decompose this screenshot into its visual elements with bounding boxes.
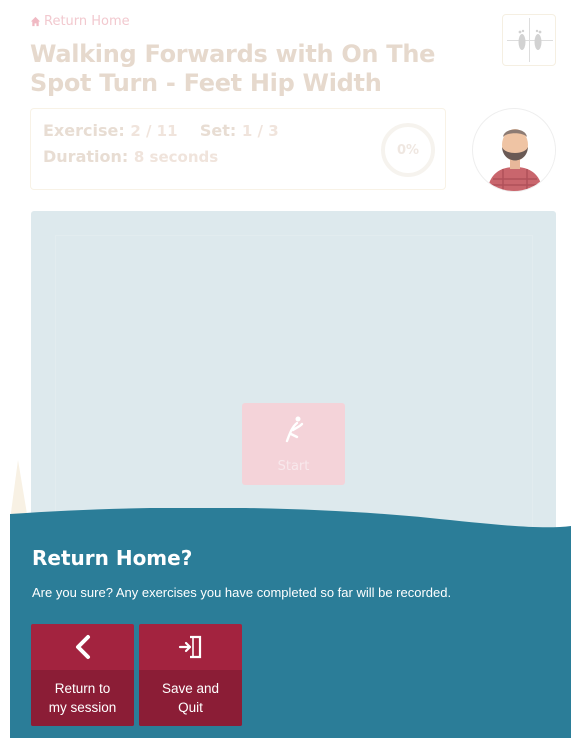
modal-message: Are you sure? Any exercises you have com… [32,585,452,600]
save-and-quit-button[interactable]: Save and Quit [139,624,242,726]
exercise-video-area[interactable] [31,211,556,551]
feet-icon [518,29,542,50]
exercise-info-card: Exercise: 2 / 11 Set: 1 / 3 Duration: 8 … [30,108,446,190]
door-exit-icon [178,635,201,659]
stretch-figure-icon [285,416,304,443]
duration-line: Duration: 8 seconds [43,147,218,166]
return-to-session-button[interactable]: Return to my session [31,624,134,726]
trainer-avatar-image [475,111,555,191]
progress-ring: 0% [381,123,435,177]
save-and-quit-label: Save and Quit [161,681,220,715]
feet-position-button[interactable] [502,14,556,66]
exercise-title: Walking Forwards with On The Spot Turn -… [30,40,436,97]
trainer-avatar [472,108,556,192]
exercise-count: 2 / 11 [130,122,178,140]
return-home-label: Return Home [44,14,130,29]
duration-value: 8 seconds [133,148,219,166]
start-button[interactable]: Start [242,403,345,485]
exercise-label: Exercise: [43,121,125,140]
return-to-session-label: Return to my session [48,681,117,715]
progress-percent: 0% [396,142,420,158]
video-frame [55,235,533,535]
start-label: Start [277,459,310,474]
return-home-modal: Return Home? Are you sure? Any exercises… [10,508,571,738]
return-home-link[interactable]: Return Home [30,14,130,29]
modal-title: Return Home? [32,546,193,570]
set-count: 1 / 3 [241,122,279,140]
duration-label: Duration: [43,147,129,166]
home-icon [30,16,41,27]
set-label: Set: [199,121,237,140]
exercise-set-line: Exercise: 2 / 11 Set: 1 / 3 [43,121,279,140]
chevron-left-icon [75,635,90,659]
